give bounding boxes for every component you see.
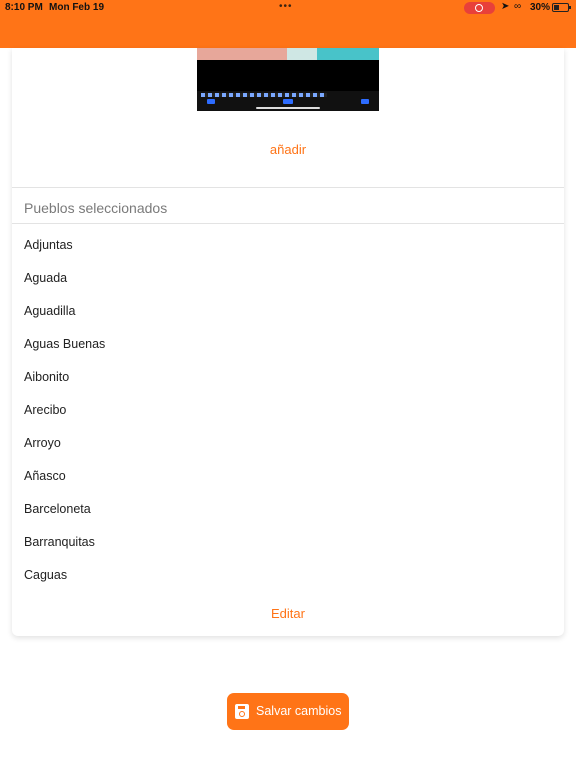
home-indicator [256, 107, 320, 109]
battery-percentage: 30% [530, 2, 551, 13]
divider [12, 187, 564, 188]
list-item: Aibonito [24, 370, 70, 384]
list-item: Barceloneta [24, 502, 91, 516]
towns-list: Adjuntas Aguada Aguadilla Aguas Buenas A… [24, 238, 105, 601]
save-changes-button[interactable]: Salvar cambios [227, 693, 349, 730]
photo-filmstrip [201, 93, 327, 97]
photo-image-strip [197, 48, 379, 60]
form-card: añadir Pueblos seleccionados Adjuntas Ag… [12, 48, 564, 636]
location-icon: ➤ [501, 1, 510, 12]
screen-recording-icon[interactable] [464, 2, 495, 14]
multitasking-dots-icon[interactable]: ••• [279, 1, 293, 12]
edit-towns-button[interactable]: Editar [12, 606, 564, 621]
list-item: Arecibo [24, 403, 67, 417]
status-date: Mon Feb 19 [49, 2, 105, 13]
trash-icon [361, 99, 369, 104]
photo-thumbnail[interactable] [197, 48, 379, 111]
share-icon [207, 99, 215, 104]
favorite-icon [283, 99, 293, 104]
link-icon: ∞ [514, 1, 522, 12]
list-item: Añasco [24, 469, 66, 483]
section-title: Pueblos seleccionados [24, 200, 168, 216]
list-item: Caguas [24, 568, 68, 582]
list-item: Aguas Buenas [24, 337, 106, 351]
divider [12, 223, 564, 224]
list-item: Barranquitas [24, 535, 95, 549]
list-item: Aguada [24, 271, 68, 285]
save-disk-icon [235, 704, 249, 719]
battery-icon [552, 3, 571, 12]
save-button-label: Salvar cambios [256, 704, 342, 718]
list-item: Aguadilla [24, 304, 76, 318]
status-bar: 8:10 PM Mon Feb 19 ••• ➤ ∞ 30% [0, 0, 576, 16]
list-item: Arroyo [24, 436, 61, 450]
list-item: Adjuntas [24, 238, 73, 252]
status-time: 8:10 PM [5, 2, 43, 13]
add-photo-button[interactable]: añadir [12, 142, 564, 157]
